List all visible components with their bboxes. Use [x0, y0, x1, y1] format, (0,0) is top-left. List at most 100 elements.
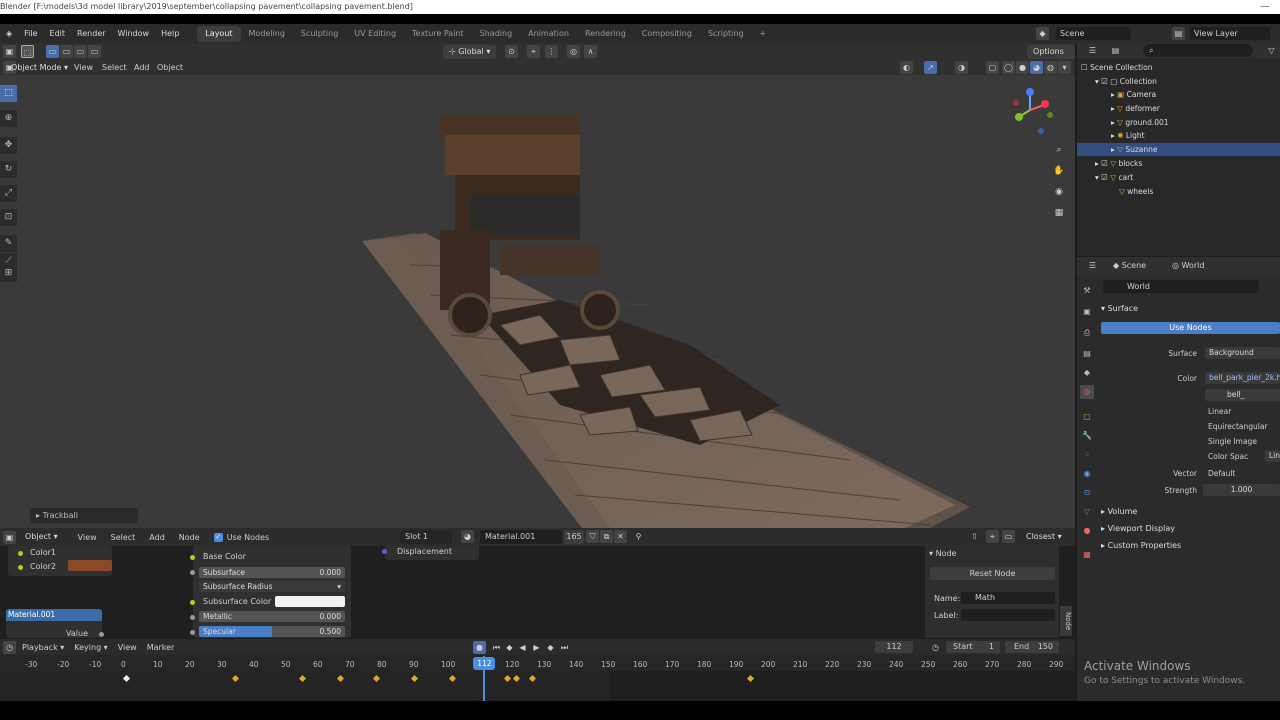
menu-file[interactable]: File: [18, 29, 43, 38]
use-nodes-button[interactable]: Use Nodes: [1101, 322, 1280, 334]
tab-texture-paint[interactable]: Texture Paint: [404, 26, 472, 42]
cursor-tool-icon[interactable]: ⊕: [0, 110, 17, 127]
camera-view-icon[interactable]: ◉: [1050, 183, 1068, 201]
outliner-filter-display-icon[interactable]: ▤: [1109, 44, 1122, 57]
color-node[interactable]: Color1 Color2: [8, 546, 112, 576]
duplicate-material-icon[interactable]: ⧉: [600, 530, 613, 543]
menu-marker[interactable]: Marker: [147, 643, 175, 652]
outliner-item-ground[interactable]: ▸ ▽ ground.001: [1077, 116, 1280, 129]
color-value[interactable]: bell_park_pier_2k.hdr: [1205, 372, 1280, 384]
color2-socket[interactable]: [18, 565, 23, 570]
outliner-item-suzanne[interactable]: ▸ ▽ Suzanne: [1077, 143, 1280, 156]
world-tab-icon[interactable]: ◎: [1080, 385, 1094, 399]
node-name-field[interactable]: Math: [961, 592, 1055, 604]
tab-uv-editing[interactable]: UV Editing: [346, 26, 404, 42]
tab-sculpting[interactable]: Sculpting: [293, 26, 346, 42]
material-users-count[interactable]: 165: [564, 530, 584, 544]
base-color-socket[interactable]: [190, 555, 195, 560]
subsurface-radius-dropdown[interactable]: Subsurface Radius ▾: [199, 581, 345, 592]
subsurface-socket[interactable]: [190, 570, 195, 575]
mode-dropdown[interactable]: Object Mode ▾: [5, 61, 74, 75]
editor-type-icon[interactable]: ▣: [3, 45, 16, 58]
node-editor[interactable]: Color1 Color2 Material.001 Value Base Co…: [0, 546, 1075, 638]
outliner-type-icon[interactable]: ☰: [1086, 44, 1099, 57]
material-browse-icon[interactable]: ◕: [461, 530, 474, 543]
start-frame-field[interactable]: Start 1: [946, 641, 1000, 653]
custom-properties-section-header[interactable]: ▸ Custom Properties: [1101, 541, 1181, 550]
source-value[interactable]: Single Image: [1208, 437, 1257, 446]
select-mode-icon[interactable]: ⬚: [21, 45, 34, 58]
tab-shading[interactable]: Shading: [472, 26, 521, 42]
node-menu-view[interactable]: View: [78, 533, 97, 542]
image-name-field[interactable]: bell_: [1205, 389, 1280, 401]
specular-field[interactable]: Specular 0.500: [199, 626, 345, 637]
node-menu-node[interactable]: Node: [179, 533, 200, 542]
view-layer-icon[interactable]: ▤: [1172, 27, 1185, 40]
material-name-field[interactable]: Material.001: [480, 530, 562, 544]
viewport-display-section-header[interactable]: ▸ Viewport Display: [1101, 524, 1175, 533]
subsurface-color-socket[interactable]: [190, 600, 195, 605]
interpolation-value[interactable]: Linear: [1208, 407, 1231, 416]
tab-scripting[interactable]: Scripting: [700, 26, 752, 42]
shading-options-icon[interactable]: ▾: [1058, 61, 1071, 74]
3d-viewport[interactable]: [0, 75, 1075, 528]
slot-dropdown[interactable]: Slot 1: [400, 530, 452, 544]
unlink-material-icon[interactable]: ✕: [614, 530, 627, 543]
menu-render[interactable]: Render: [71, 29, 111, 38]
xray-icon[interactable]: ▢: [986, 61, 999, 74]
pivot-icon[interactable]: ⊙: [505, 45, 518, 58]
math-value-socket[interactable]: [99, 632, 104, 637]
tab-animation[interactable]: Animation: [520, 26, 577, 42]
menu-edit[interactable]: Edit: [44, 29, 72, 38]
tab-rendering[interactable]: Rendering: [577, 26, 634, 42]
node-menu-select[interactable]: Select: [111, 533, 136, 542]
object-tab-icon[interactable]: ▢: [1080, 410, 1094, 424]
menu-help[interactable]: Help: [155, 29, 185, 38]
modifier-tab-icon[interactable]: 🔧: [1080, 429, 1094, 443]
outliner-item-wheels[interactable]: ▽ wheels: [1077, 185, 1280, 198]
metallic-field[interactable]: Metallic 0.000: [199, 611, 345, 622]
principled-bsdf-node[interactable]: Base Color Subsurface 0.000 Subsurface R…: [190, 546, 351, 638]
displacement-socket[interactable]: [382, 549, 387, 554]
material-output-node[interactable]: Displacement: [382, 546, 479, 560]
menu-add[interactable]: Add: [134, 63, 150, 72]
output-tab-icon[interactable]: ⎙: [1080, 326, 1094, 340]
strength-value[interactable]: 1.000: [1203, 484, 1280, 496]
render-tab-icon[interactable]: ▣: [1080, 305, 1094, 319]
node-section-header[interactable]: ▾ Node: [929, 549, 956, 558]
use-nodes-checkbox[interactable]: ✓: [213, 532, 223, 542]
surface-section-header[interactable]: ▾ Surface: [1101, 304, 1138, 313]
particles-tab-icon[interactable]: ⁘: [1080, 448, 1094, 462]
breadcrumb-world[interactable]: ◎ World: [1172, 261, 1204, 270]
menu-timeline-view[interactable]: View: [118, 643, 137, 652]
play-icon[interactable]: ▶: [530, 641, 543, 654]
projection-value[interactable]: Equirectangular: [1208, 422, 1268, 431]
visibility-icon[interactable]: ◐: [900, 61, 913, 74]
timeline-keyframes-area[interactable]: [0, 671, 1075, 701]
last-operator-panel[interactable]: ▸ Trackball: [30, 508, 138, 523]
physics-tab-icon[interactable]: ◉: [1080, 467, 1094, 481]
ortho-grid-icon[interactable]: ▦: [1050, 204, 1068, 222]
move-tool-icon[interactable]: ✥: [0, 137, 17, 154]
shading-solid-icon[interactable]: ●: [1016, 61, 1029, 74]
scene-selector[interactable]: Scene: [1056, 27, 1131, 40]
stopwatch-icon[interactable]: ◷: [929, 641, 942, 654]
outliner-item-cart[interactable]: ▾ ☑ ▽ cart: [1077, 171, 1280, 184]
falloff-icon[interactable]: ∧: [584, 45, 597, 58]
tab-modeling[interactable]: Modeling: [241, 26, 293, 42]
pan-hand-icon[interactable]: ✋: [1050, 162, 1068, 180]
view-layer-selector[interactable]: View Layer: [1190, 27, 1270, 40]
tab-layout[interactable]: Layout: [197, 25, 241, 42]
outliner-filter-icon[interactable]: ▽: [1265, 44, 1278, 57]
options-dropdown[interactable]: Options ▾: [1027, 45, 1075, 70]
vector-value[interactable]: Default: [1208, 469, 1235, 478]
node-label-field[interactable]: [961, 609, 1055, 621]
specular-socket[interactable]: [190, 630, 195, 635]
metallic-socket[interactable]: [190, 615, 195, 620]
transform-tool-icon[interactable]: ⊡: [0, 209, 17, 226]
select-extend-icon[interactable]: ▭: [60, 45, 73, 58]
annotate-tool-icon[interactable]: ✎: [0, 235, 17, 252]
constraints-tab-icon[interactable]: ⊙: [1080, 486, 1094, 500]
end-frame-field[interactable]: End 150: [1005, 641, 1059, 653]
sidebar-tab-node[interactable]: Node: [1060, 606, 1072, 636]
